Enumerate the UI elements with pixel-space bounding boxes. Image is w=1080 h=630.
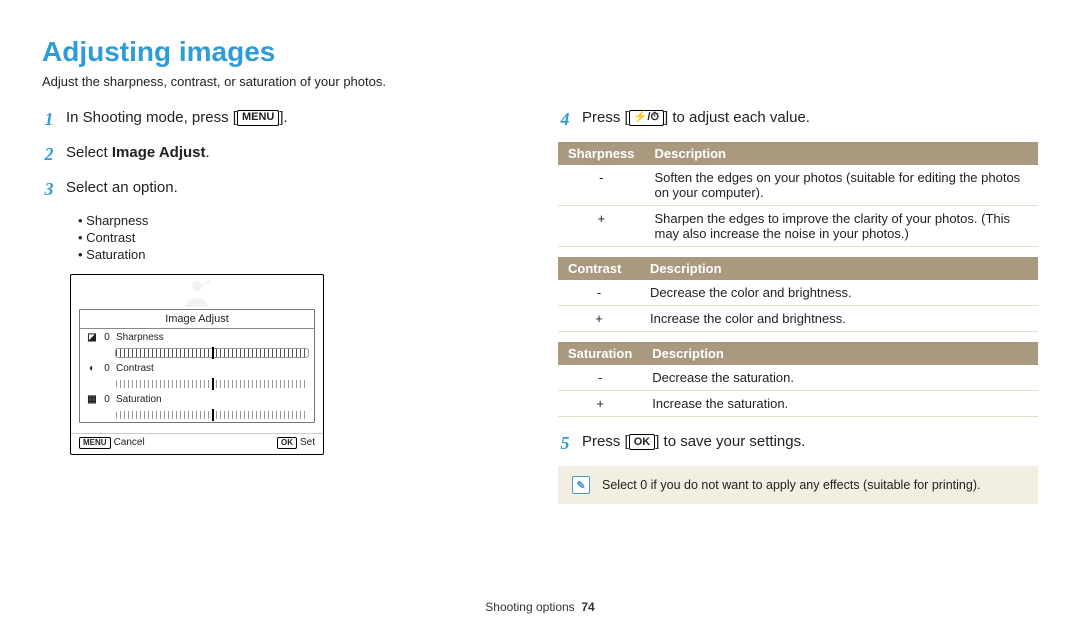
cell-desc: Decrease the saturation. bbox=[642, 365, 1038, 391]
cell-desc: Sharpen the edges to improve the clarity… bbox=[644, 206, 1038, 247]
th-right: Description bbox=[642, 342, 1038, 365]
note-box: ✎ Select 0 if you do not want to apply a… bbox=[558, 466, 1038, 504]
bullet-item: Sharpness bbox=[78, 213, 498, 228]
step-5-text-pre: Press [ bbox=[582, 433, 629, 450]
th-right: Description bbox=[644, 142, 1038, 165]
note-text: Select 0 if you do not want to apply any… bbox=[602, 478, 980, 492]
bullet-item: Saturation bbox=[78, 247, 498, 262]
panel-row: ◐ 0 Contrast bbox=[80, 360, 314, 391]
step-2-bold: Image Adjust bbox=[112, 144, 206, 161]
cell-desc: Decrease the color and brightness. bbox=[640, 280, 1038, 306]
cell-desc: Increase the color and brightness. bbox=[640, 306, 1038, 332]
step-number: 3 bbox=[42, 177, 56, 202]
step-4-text-pre: Press [ bbox=[582, 109, 629, 126]
saturation-slider bbox=[116, 411, 308, 419]
step-5-text-post: ] to save your settings. bbox=[655, 433, 805, 450]
cell-key: + bbox=[558, 206, 644, 247]
cell-key: - bbox=[558, 165, 644, 206]
page-footer: Shooting options 74 bbox=[0, 600, 1080, 614]
cell-desc: Increase the saturation. bbox=[642, 391, 1038, 417]
step-3: 3 Select an option. bbox=[42, 177, 498, 202]
step-2-text-post: . bbox=[206, 144, 210, 161]
saturation-icon: ▦ bbox=[86, 394, 98, 405]
step-5: 5 Press [OK] to save your settings. bbox=[558, 431, 1038, 456]
sharpness-value: 0 bbox=[103, 332, 111, 343]
th-left: Saturation bbox=[558, 342, 642, 365]
option-bullets: Sharpness Contrast Saturation bbox=[78, 213, 498, 262]
step-number: 5 bbox=[558, 431, 572, 456]
adjust-panel: Image Adjust ◪ 0 Sharpness ◐ 0 Contrast ▦ 0 Sa… bbox=[79, 309, 315, 423]
step-number: 4 bbox=[558, 107, 572, 132]
th-right: Description bbox=[640, 257, 1038, 280]
step-2-text-pre: Select bbox=[66, 144, 112, 161]
step-3-text: Select an option. bbox=[66, 177, 178, 198]
camera-screenshot: Image Adjust ◪ 0 Sharpness ◐ 0 Contrast ▦ 0 Sa… bbox=[70, 274, 324, 455]
intro-text: Adjust the sharpness, contrast, or satur… bbox=[42, 74, 1038, 89]
sharpness-table: SharpnessDescription -Soften the edges o… bbox=[558, 142, 1038, 247]
cell-desc: Soften the edges on your photos (suitabl… bbox=[644, 165, 1038, 206]
menu-key-icon: MENU bbox=[237, 110, 279, 126]
step-2: 2 Select Image Adjust. bbox=[42, 142, 498, 167]
panel-row: ▦ 0 Saturation bbox=[80, 391, 314, 422]
step-number: 1 bbox=[42, 107, 56, 132]
saturation-table: SaturationDescription -Decrease the satu… bbox=[558, 342, 1038, 417]
cell-key: + bbox=[558, 391, 642, 417]
cell-key: - bbox=[558, 280, 640, 306]
menu-key-icon: MENU bbox=[79, 437, 111, 449]
step-number: 2 bbox=[42, 142, 56, 167]
step-1-text-post: ]. bbox=[279, 109, 287, 126]
contrast-slider bbox=[116, 380, 308, 388]
note-icon: ✎ bbox=[572, 476, 590, 494]
sharpness-icon: ◪ bbox=[86, 332, 98, 343]
right-column: 4 Press [⚡/⏱] to adjust each value. Shar… bbox=[558, 107, 1038, 504]
contrast-table: ContrastDescription -Decrease the color … bbox=[558, 257, 1038, 332]
saturation-label: Saturation bbox=[116, 394, 162, 405]
sharpness-slider bbox=[116, 349, 308, 357]
cancel-label: Cancel bbox=[114, 437, 145, 448]
panel-row: ◪ 0 Sharpness bbox=[80, 329, 314, 360]
th-left: Contrast bbox=[558, 257, 640, 280]
left-column: 1 In Shooting mode, press [MENU]. 2 Sele… bbox=[42, 107, 498, 504]
step-4: 4 Press [⚡/⏱] to adjust each value. bbox=[558, 107, 1038, 132]
step-1: 1 In Shooting mode, press [MENU]. bbox=[42, 107, 498, 132]
cell-key: + bbox=[558, 306, 640, 332]
th-left: Sharpness bbox=[558, 142, 644, 165]
step-4-text-post: ] to adjust each value. bbox=[664, 109, 810, 126]
saturation-value: 0 bbox=[103, 394, 111, 405]
contrast-icon: ◐ bbox=[86, 363, 98, 374]
set-label: Set bbox=[300, 437, 315, 448]
screenshot-preview bbox=[71, 275, 323, 309]
cell-key: - bbox=[558, 365, 642, 391]
bullet-item: Contrast bbox=[78, 230, 498, 245]
ok-key-icon: OK bbox=[277, 437, 297, 449]
sharpness-label: Sharpness bbox=[116, 332, 164, 343]
flash-timer-key-icon: ⚡/⏱ bbox=[629, 110, 664, 126]
screenshot-footer: MENUCancel OKSet bbox=[71, 433, 323, 454]
content-columns: 1 In Shooting mode, press [MENU]. 2 Sele… bbox=[42, 107, 1038, 504]
ok-key-icon: OK bbox=[629, 434, 656, 450]
contrast-value: 0 bbox=[103, 363, 111, 374]
footer-section: Shooting options bbox=[485, 600, 574, 614]
footer-page: 74 bbox=[581, 600, 594, 614]
page-title: Adjusting images bbox=[42, 36, 1038, 68]
contrast-label: Contrast bbox=[116, 363, 162, 374]
step-1-text-pre: In Shooting mode, press [ bbox=[66, 109, 237, 126]
panel-title: Image Adjust bbox=[80, 310, 314, 329]
